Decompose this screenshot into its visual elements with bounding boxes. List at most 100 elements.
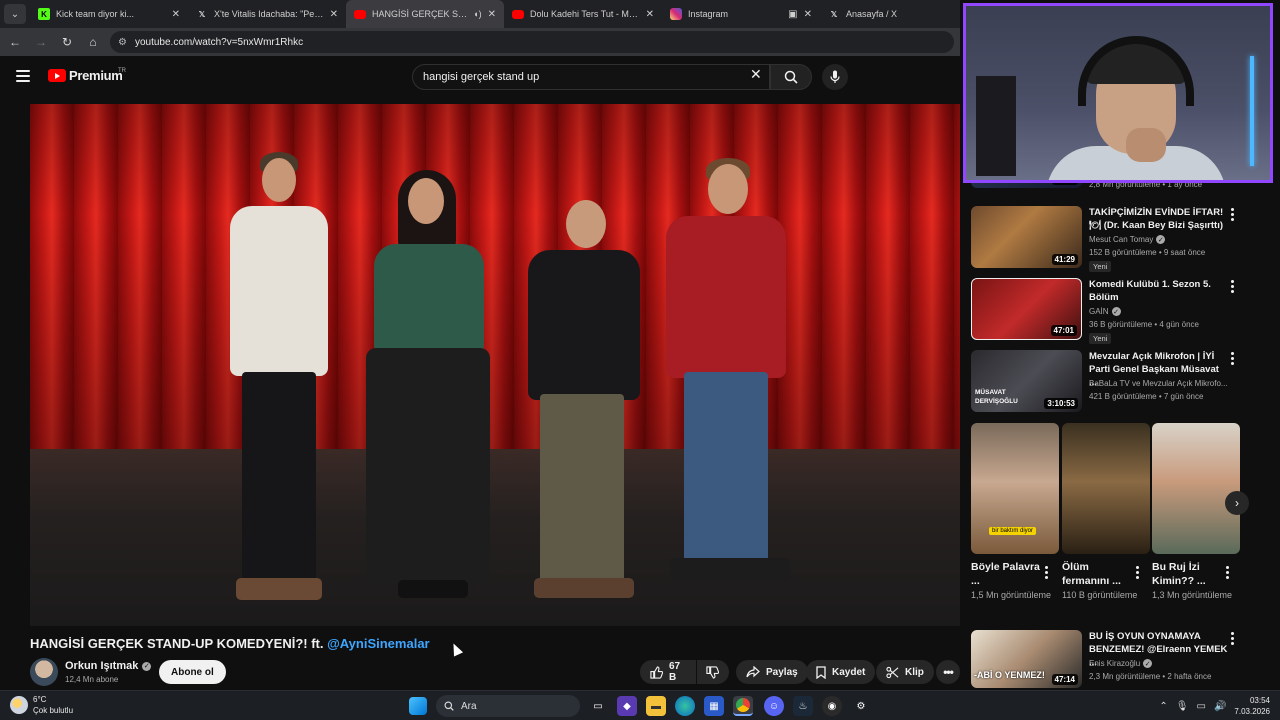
mention-link[interactable]: @AyniSinemalar (327, 636, 430, 651)
subscribe-button[interactable]: Abone ol (159, 660, 226, 684)
search-icon (444, 701, 454, 711)
shorts-shelf: bir baktım diyor Böyle Palavra ... 1,5 M… (971, 423, 1241, 623)
url-field[interactable]: ⚙ youtube.com/watch?v=5nxWmr1Rhkc (110, 31, 954, 53)
edge-icon[interactable] (675, 696, 695, 716)
more-options-icon[interactable] (1231, 280, 1235, 293)
mouse-cursor-icon (448, 641, 464, 657)
browser-tab[interactable]: 𝕏 X'te Vitalis Idachaba: "People in ✕ (188, 0, 346, 28)
close-tab-icon[interactable]: ✕ (330, 9, 338, 20)
close-tab-icon[interactable]: ✕ (646, 9, 654, 20)
widgets-icon[interactable]: ◆ (617, 696, 637, 716)
video-thumbnail[interactable]: -ABİ O YENMEZ! 47:14 (971, 630, 1082, 688)
clear-search-icon[interactable]: ✕ (750, 66, 762, 83)
settings-icon[interactable]: ⚙ (851, 696, 871, 716)
x-icon: 𝕏 (830, 9, 838, 19)
short-title[interactable]: Bu Ruj İzi Kimin?? ... (1152, 560, 1222, 588)
windows-start-icon[interactable] (409, 697, 427, 715)
address-bar-row: ← → ↻ ⌂ ⚙ youtube.com/watch?v=5nxWmr1Rhk… (0, 28, 960, 56)
close-tab-icon[interactable]: ✕ (488, 9, 496, 20)
url-text: youtube.com/watch?v=5nxWmr1Rhkc (134, 36, 304, 48)
channel-name[interactable]: GAİN ✓ (1089, 307, 1121, 316)
channel-name[interactable]: Orkun Işıtmak ✓ (65, 660, 152, 672)
steam-icon[interactable]: ♨ (793, 696, 813, 716)
chevron-right-icon[interactable]: › (1225, 491, 1249, 515)
thumbs-down-icon (706, 665, 719, 679)
save-button[interactable]: Kaydet (806, 660, 876, 684)
country-code: TR (118, 68, 126, 74)
recommendation-item[interactable]: 47:01 Komedi Kulübü 1. Sezon 5. Bölüm GA… (971, 278, 1241, 346)
chevron-up-icon[interactable]: ⌃ (1159, 701, 1167, 712)
short-item[interactable]: Ölüm fermanını ... 110 B görüntüleme (1062, 423, 1150, 602)
verified-icon: ✓ (1143, 659, 1153, 668)
reload-icon[interactable]: ↻ (58, 33, 76, 51)
taskbar-search[interactable]: Ara (436, 695, 580, 717)
speaker-icon[interactable]: ◖) (473, 9, 481, 19)
browser-tab[interactable]: 𝕏 Anasayfa / X (820, 0, 978, 28)
like-button[interactable]: 67 B (640, 660, 696, 684)
more-options-icon[interactable] (1231, 352, 1235, 365)
forward-icon[interactable]: → (32, 33, 50, 51)
close-tab-icon[interactable]: ✕ (172, 9, 180, 20)
browser-tab[interactable]: Instagram ▣ ✕ (662, 0, 820, 28)
video-thumbnail[interactable]: 41:29 (971, 206, 1082, 268)
menu-icon[interactable] (16, 70, 30, 82)
recommendation-item[interactable]: -ABİ O YENMEZ! 47:14 BU İŞ OYUN OYNAMAYA… (971, 630, 1241, 690)
volume-icon[interactable]: 🔊 (1214, 701, 1226, 712)
more-options-icon[interactable] (1231, 632, 1235, 645)
recommendation-item[interactable]: 41:29 TAKİPÇİMİZİN EVİNDE İFTAR! 🍽 (Dr. … (971, 206, 1241, 274)
weather-widget[interactable]: 6°C Çok bulutlu (10, 694, 73, 716)
short-thumbnail[interactable] (1152, 423, 1240, 554)
store-icon[interactable]: ▦ (704, 696, 724, 716)
video-thumbnail[interactable]: MÜSAVAT DERVİŞOĞLU 3:10:53 (971, 350, 1082, 412)
more-options-icon[interactable] (1231, 208, 1235, 221)
youtube-play-icon (48, 69, 66, 82)
browser-tab[interactable]: K Kick team diyor ki... ✕ (30, 0, 188, 28)
tab-search-button[interactable]: ⌄ (4, 4, 26, 24)
short-title[interactable]: Böyle Palavra ... (971, 560, 1041, 588)
duration-badge: 47:14 (1051, 674, 1078, 685)
close-tab-icon[interactable]: ✕ (804, 9, 812, 20)
dislike-button[interactable] (697, 660, 729, 684)
channel-name[interactable]: BaBaLa TV ve Mevzular Açık Mikrofo... (1089, 379, 1228, 388)
more-options-icon[interactable] (1045, 566, 1048, 579)
share-button[interactable]: Paylaş (736, 660, 808, 684)
short-item[interactable]: Bu Ruj İzi Kimin?? ... 1,3 Mn görüntülem… (1152, 423, 1240, 602)
person-1 (208, 144, 348, 624)
browser-tab[interactable]: Dolu Kadehi Ters Tut - Madem ✕ (504, 0, 662, 28)
picture-in-picture-icon[interactable]: ▣ (788, 9, 797, 20)
microphone-icon[interactable]: 🎙 (1176, 701, 1189, 712)
browser-tab-active[interactable]: HANGİSİ GERÇEK STAND-UP ◖) ✕ (346, 0, 504, 28)
recommendation-item[interactable]: MÜSAVAT DERVİŞOĞLU 3:10:53 Mevzular Açık… (971, 350, 1241, 412)
search-button[interactable] (770, 64, 812, 90)
clip-button[interactable]: Klip (876, 660, 934, 684)
search-input[interactable]: hangisi gerçek stand up (412, 64, 770, 90)
chrome-icon[interactable] (733, 696, 753, 716)
channel-avatar[interactable] (30, 658, 58, 686)
video-thumbnail[interactable]: 47:01 (971, 278, 1082, 340)
short-title[interactable]: Ölüm fermanını ... (1062, 560, 1132, 588)
more-options-icon[interactable] (1136, 566, 1139, 579)
file-explorer-icon[interactable]: ▬ (646, 696, 666, 716)
video-title[interactable]: TAKİPÇİMİZİN EVİNDE İFTAR! 🍽 (Dr. Kaan B… (1089, 206, 1229, 232)
short-item[interactable]: bir baktım diyor Böyle Palavra ... 1,5 M… (971, 423, 1059, 602)
channel-name[interactable]: Enis Kirazoğlu ✓ (1089, 659, 1153, 668)
video-meta: 2,3 Mn görüntüleme • 2 hafta önce (1089, 672, 1212, 681)
youtube-logo[interactable]: Premium (48, 68, 123, 83)
short-thumbnail[interactable] (1062, 423, 1150, 554)
discord-icon[interactable]: ☺ (764, 696, 784, 716)
task-view-icon[interactable]: ▭ (588, 696, 608, 716)
more-actions-button[interactable]: ••• (936, 660, 960, 684)
site-info-icon[interactable]: ⚙ (118, 37, 127, 48)
short-thumbnail[interactable]: bir baktım diyor (971, 423, 1059, 554)
voice-search-button[interactable] (822, 64, 848, 90)
video-player[interactable] (30, 104, 960, 626)
back-icon[interactable]: ← (6, 33, 24, 51)
video-title[interactable]: Komedi Kulübü 1. Sezon 5. Bölüm (1089, 278, 1229, 304)
obs-icon[interactable]: ◉ (822, 696, 842, 716)
more-options-icon[interactable] (1226, 566, 1229, 579)
home-icon[interactable]: ⌂ (84, 33, 102, 51)
clock[interactable]: 03:54 7.03.2026 (1234, 695, 1270, 717)
channel-name[interactable]: Mesut Can Tomay ✓ (1089, 235, 1166, 244)
display-icon[interactable]: ▭ (1197, 701, 1206, 712)
duration-badge: 3:10:53 (1044, 398, 1078, 409)
